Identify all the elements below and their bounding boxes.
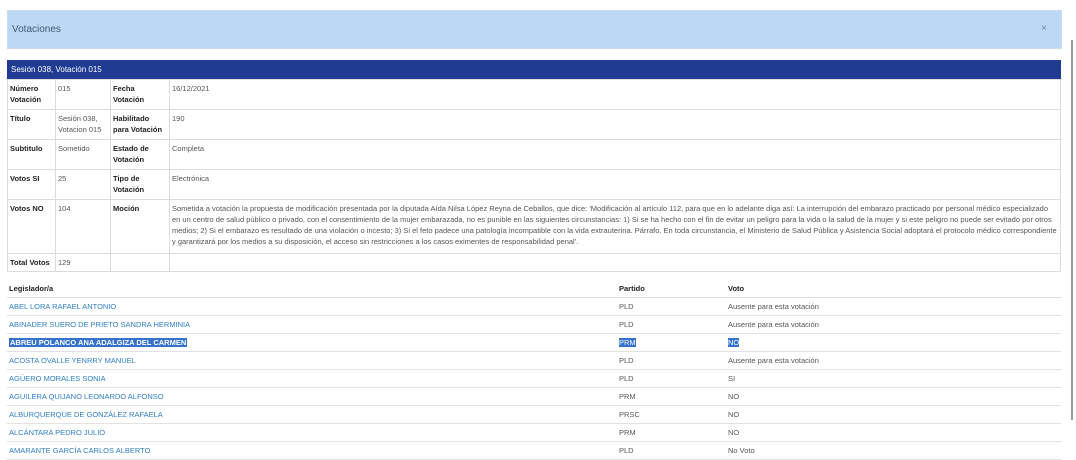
table-row: AGUILERA QUIJANO LEONARDO ALFONSO PRM NO <box>7 387 1061 406</box>
table-row: AMARANTE GARCÍA CARLOS ALBERTO PLD No Vo… <box>7 441 1061 460</box>
legislators-table: Legislador/a Partido Voto ABEL LORA RAFA… <box>7 280 1061 460</box>
party-cell: PLD <box>617 315 726 334</box>
fecha-label: Fecha Votación <box>110 79 170 110</box>
vote-cell: Ausente para esta votación <box>726 315 1061 334</box>
party-cell: PRM <box>619 338 636 347</box>
party-cell: PRSC <box>617 405 726 424</box>
vote-cell: NO <box>726 405 1061 424</box>
mocion-label: Moción <box>110 199 170 254</box>
party-cell: PRM <box>617 423 726 442</box>
empty-cell <box>110 253 170 272</box>
scrollbar[interactable] <box>1071 40 1073 420</box>
tipo-value: Electrónica <box>169 169 1061 200</box>
empty-cell <box>169 253 1061 272</box>
party-cell: PRM <box>617 387 726 406</box>
column-header-legislador[interactable]: Legislador/a <box>7 280 617 298</box>
votos-no-label: Votos NO <box>7 199 56 254</box>
votos-no-value: 104 <box>55 199 111 254</box>
total-value: 129 <box>55 253 111 272</box>
titulo-label: Título <box>7 109 56 140</box>
subtitulo-label: Subtitulo <box>7 139 56 170</box>
fecha-value: 16/12/2021 <box>169 79 1061 110</box>
legislator-link[interactable]: ABREU POLANCO ANA ADALGIZA DEL CARMEN <box>9 338 188 347</box>
numero-label: Número Votación <box>7 79 56 110</box>
estado-label: Estado de Votación <box>110 139 170 170</box>
party-cell: PLD <box>617 441 726 460</box>
numero-value: 015 <box>55 79 111 110</box>
column-header-voto[interactable]: Voto <box>726 280 1061 298</box>
party-cell: PLD <box>617 297 726 316</box>
legislator-link[interactable]: ABINADER SUERO DE PRIETO SANDRA HERMINIA <box>9 320 190 329</box>
party-cell: PLD <box>617 351 726 370</box>
table-row: ABEL LORA RAFAEL ANTONIO PLD Ausente par… <box>7 297 1061 316</box>
legislator-link[interactable]: ABEL LORA RAFAEL ANTONIO <box>9 302 116 311</box>
column-header-partido[interactable]: Partido <box>617 280 726 298</box>
table-row: ABINADER SUERO DE PRIETO SANDRA HERMINIA… <box>7 315 1061 334</box>
legislator-link[interactable]: ACOSTA OVALLE YENRRY MANUEL <box>9 356 136 365</box>
vote-cell: NO <box>728 338 740 347</box>
modal-title: Votaciones <box>12 24 61 35</box>
vote-cell: Ausente para esta votación <box>726 351 1061 370</box>
table-row: ACOSTA OVALLE YENRRY MANUEL PLD Ausente … <box>7 351 1061 370</box>
table-row-selected: ABREU POLANCO ANA ADALGIZA DEL CARMEN PR… <box>7 333 1061 352</box>
titulo-value: Sesión 038, Votacion 015 <box>55 109 111 140</box>
vote-cell: NO <box>726 423 1061 442</box>
vote-cell: No Voto <box>726 441 1061 460</box>
habilitado-value: 190 <box>169 109 1061 140</box>
legislator-link[interactable]: ALBURQUERQUE DE GONZÁLEZ RAFAELA <box>9 410 163 419</box>
vote-cell: SI <box>726 369 1061 388</box>
legislator-link[interactable]: ALCÁNTARA PEDRO JULIO <box>9 428 105 437</box>
close-icon[interactable]: × <box>1041 23 1047 34</box>
table-row: AGÜERO MORALES SONIA PLD SI <box>7 369 1061 388</box>
subtitulo-value: Sometido <box>55 139 111 170</box>
legislator-link[interactable]: AGUILERA QUIJANO LEONARDO ALFONSO <box>9 392 164 401</box>
vote-cell: NO <box>726 387 1061 406</box>
party-cell: PLD <box>617 369 726 388</box>
legislator-link[interactable]: AMARANTE GARCÍA CARLOS ALBERTO <box>9 446 150 455</box>
table-row: ALCÁNTARA PEDRO JULIO PRM NO <box>7 423 1061 442</box>
tipo-label: Tipo de Votación <box>110 169 170 200</box>
vote-info-table: Número Votación 015 Fecha Votación 16/12… <box>7 79 1061 272</box>
panel-header: Sesión 038, Votación 015 <box>7 60 1061 79</box>
votos-si-value: 25 <box>55 169 111 200</box>
habilitado-label: Habilitado para Votación <box>110 109 170 140</box>
total-label: Total Votos <box>7 253 56 272</box>
estado-value: Completa <box>169 139 1061 170</box>
votos-si-label: Votos SI <box>7 169 56 200</box>
vote-cell: Ausente para esta votación <box>726 297 1061 316</box>
modal-header: Votaciones × <box>7 10 1062 49</box>
mocion-value: Sometida a votación la propuesta de modi… <box>169 199 1061 254</box>
legislator-link[interactable]: AGÜERO MORALES SONIA <box>9 374 106 383</box>
table-row: ALBURQUERQUE DE GONZÁLEZ RAFAELA PRSC NO <box>7 405 1061 424</box>
